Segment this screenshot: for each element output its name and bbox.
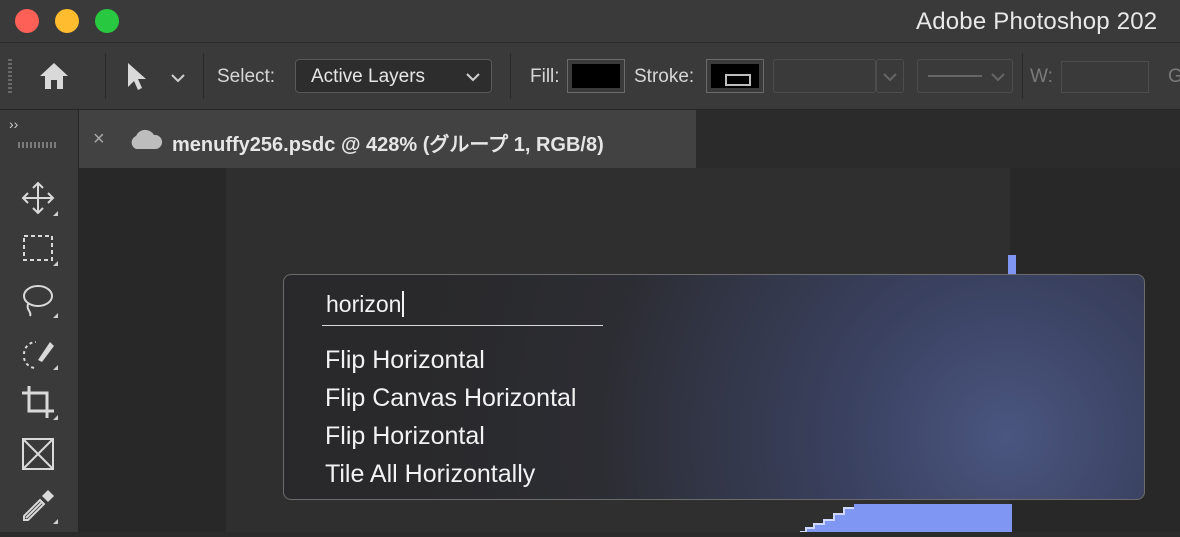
select-value: Active Layers	[311, 66, 426, 87]
stroke-color	[711, 64, 759, 88]
submenu-indicator	[53, 261, 58, 266]
stroke-line-icon	[928, 75, 982, 77]
separator	[510, 53, 511, 99]
panel-grip[interactable]	[18, 142, 58, 148]
separator	[105, 53, 106, 99]
width-input[interactable]	[1061, 61, 1149, 93]
marquee-tool-icon[interactable]	[18, 228, 58, 268]
chevron-down-icon[interactable]	[170, 71, 186, 83]
minimize-window-button[interactable]	[55, 9, 79, 33]
search-query: horizon	[326, 291, 402, 317]
stroke-width-field[interactable]	[773, 59, 876, 93]
height-link-label: G	[1168, 66, 1180, 87]
search-input[interactable]: horizon	[326, 290, 404, 319]
search-result-item[interactable]: Flip Horizontal	[325, 346, 485, 375]
select-dropdown[interactable]: Active Layers	[295, 59, 492, 93]
options-bar: Select: Active Layers Fill: Stroke: W: G	[0, 43, 1180, 110]
search-result-item[interactable]: Flip Canvas Horizontal	[325, 384, 577, 413]
submenu-indicator	[53, 211, 58, 216]
text-caret	[402, 290, 404, 317]
home-icon[interactable]	[38, 61, 70, 91]
fill-swatch[interactable]	[567, 59, 625, 93]
title-bar: Adobe Photoshop 202	[0, 0, 1180, 43]
fill-color	[572, 64, 620, 88]
stroke-label: Stroke:	[634, 66, 695, 87]
lasso-tool-icon[interactable]	[18, 280, 58, 320]
stroke-icon	[725, 74, 751, 86]
search-popup: horizon Flip Horizontal Flip Canvas Hori…	[283, 274, 1145, 500]
document-tab-title: menuffy256.psdc @ 428% (グループ 1, RGB/8)	[172, 134, 604, 156]
frame-tool-icon[interactable]	[18, 434, 58, 474]
chevron-down-icon	[466, 73, 480, 82]
artwork-fragment	[1008, 255, 1016, 275]
chevron-down-icon	[991, 73, 1005, 82]
close-tab-icon[interactable]: ×	[93, 128, 105, 151]
select-label: Select:	[217, 66, 276, 87]
artwork-fragment	[800, 500, 1012, 533]
move-tool-icon[interactable]	[18, 178, 58, 218]
chevron-down-icon	[883, 73, 897, 82]
options-bar-grip[interactable]	[8, 59, 12, 93]
eyedropper-tool-icon[interactable]	[18, 486, 58, 526]
submenu-indicator	[53, 365, 58, 370]
fill-label: Fill:	[530, 66, 560, 87]
submenu-indicator	[53, 519, 58, 524]
tools-panel: ››	[0, 110, 79, 532]
path-selection-arrow-icon[interactable]	[126, 61, 148, 91]
app-title: Adobe Photoshop 202	[916, 8, 1158, 35]
cloud-icon	[128, 129, 164, 151]
close-window-button[interactable]	[15, 9, 39, 33]
stroke-type-dropdown[interactable]	[917, 59, 1013, 93]
maximize-window-button[interactable]	[95, 9, 119, 33]
expand-panel-icon[interactable]: ››	[9, 116, 18, 132]
stroke-width-dropdown[interactable]	[876, 59, 904, 93]
search-underline	[322, 325, 603, 326]
search-result-item[interactable]: Tile All Horizontally	[325, 460, 535, 489]
separator	[203, 53, 204, 99]
crop-tool-icon[interactable]	[18, 382, 58, 422]
separator	[1022, 53, 1023, 99]
submenu-indicator	[53, 313, 58, 318]
document-tab[interactable]: × menuffy256.psdc @ 428% (グループ 1, RGB/8)	[79, 110, 696, 168]
submenu-indicator	[53, 415, 58, 420]
object-selection-tool-icon[interactable]	[18, 332, 58, 372]
document-tab-bar: × menuffy256.psdc @ 428% (グループ 1, RGB/8)	[79, 110, 1180, 168]
stroke-swatch[interactable]	[706, 59, 764, 93]
search-result-item[interactable]: Flip Horizontal	[325, 422, 485, 451]
width-label: W:	[1030, 66, 1053, 87]
